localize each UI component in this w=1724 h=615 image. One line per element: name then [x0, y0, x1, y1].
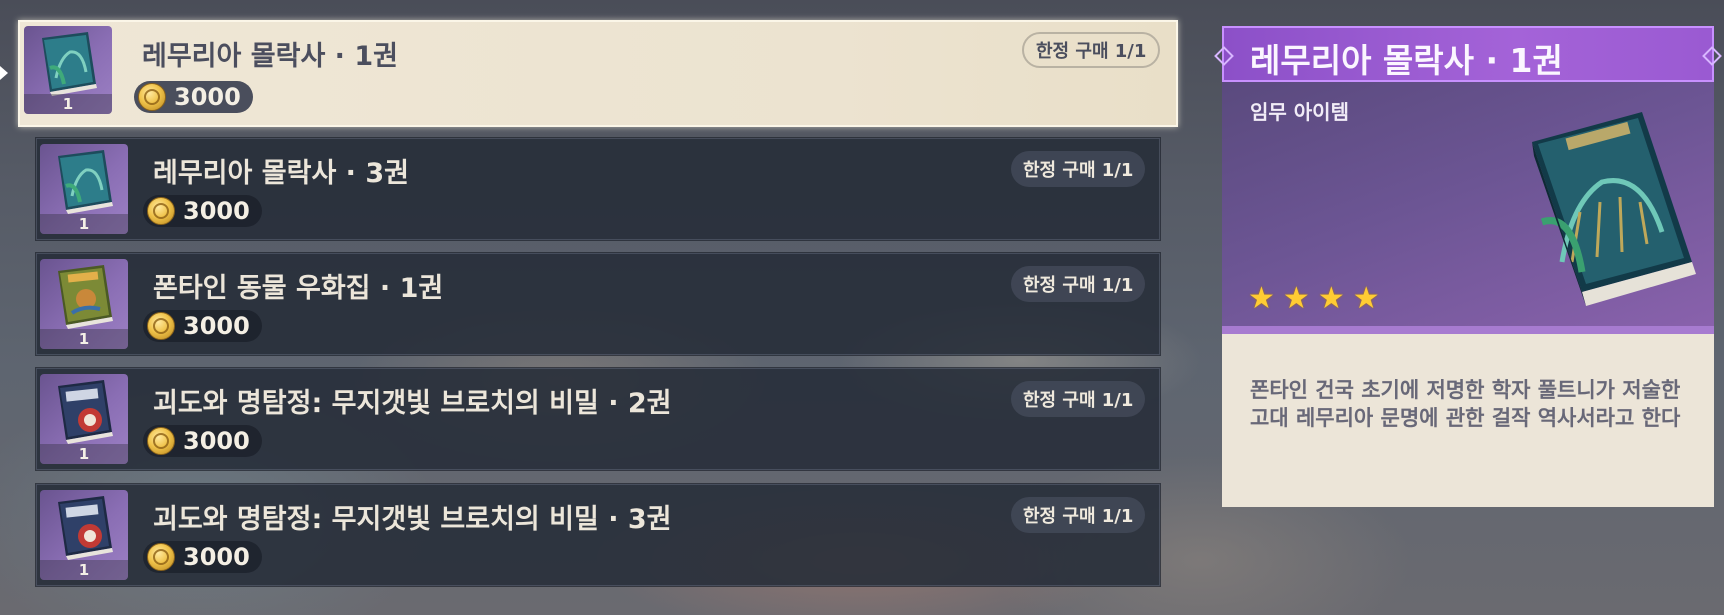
- purchase-limit-badge: 한정 구매 1/1: [1011, 497, 1146, 533]
- book-icon: 1: [40, 490, 128, 580]
- book-icon: 1: [40, 374, 128, 464]
- item-name: 괴도와 명탐정: 무지갯빛 브로치의 비밀 · 2권: [153, 388, 672, 419]
- item-quantity: 1: [40, 444, 128, 464]
- mora-coin-icon: [147, 543, 175, 571]
- item-quantity: 1: [40, 560, 128, 580]
- price-value: 3000: [183, 543, 250, 571]
- item-quantity: 1: [40, 214, 128, 234]
- item-name: 폰타인 동물 우화집 · 1권: [153, 273, 444, 304]
- detail-title: 레무리아 몰락사 · 1권: [1250, 41, 1563, 80]
- purchase-limit-badge: 한정 구매 1/1: [1011, 266, 1146, 302]
- detail-description-box: 폰타인 건국 초기에 저명한 학자 풀트니가 저술한 고대 레무리아 문명에 관…: [1222, 334, 1714, 507]
- item-quantity: 1: [24, 94, 112, 114]
- item-price: 3000: [143, 195, 262, 227]
- star-icon: ★: [1317, 281, 1345, 316]
- book-icon: [1532, 112, 1696, 306]
- book-icon: 1: [40, 259, 128, 349]
- shop-item-row[interactable]: 1 괴도와 명탐정: 무지갯빛 브로치의 비밀 · 3권 3000 한정 구매 …: [35, 483, 1161, 587]
- book-icon: 1: [40, 144, 128, 234]
- shop-item-list: 1 레무리아 몰락사 · 1권 3000 한정 구매 1/1 1 레무리아 몰락…: [0, 0, 1180, 615]
- item-price: 3000: [143, 425, 262, 457]
- star-icon: ★: [1248, 281, 1275, 316]
- item-type: 임무 아이템: [1250, 100, 1349, 124]
- item-detail-panel: 레무리아 몰락사 · 1권 임무 아이템 ★ ★ ★ ★ 폰타인 건국 초기에 …: [1214, 26, 1722, 507]
- item-name: 괴도와 명탐정: 무지갯빛 브로치의 비밀 · 3권: [153, 504, 672, 535]
- detail-header: 임무 아이템 ★ ★ ★ ★: [1222, 82, 1714, 334]
- shop-item-row[interactable]: 1 폰타인 동물 우화집 · 1권 3000 한정 구매 1/1: [35, 252, 1161, 356]
- purchase-limit-badge: 한정 구매 1/1: [1011, 381, 1146, 417]
- item-price: 3000: [143, 310, 262, 342]
- title-ornament-left-icon: [1214, 46, 1234, 66]
- price-value: 3000: [183, 312, 250, 340]
- item-price: 3000: [143, 541, 262, 573]
- selection-cursor-icon: [0, 66, 8, 80]
- title-ornament-right-icon: [1702, 46, 1722, 66]
- item-name: 레무리아 몰락사 · 1권: [142, 41, 398, 72]
- star-icon: ★: [1352, 281, 1380, 316]
- item-name: 레무리아 몰락사 · 3권: [153, 158, 409, 189]
- rarity-stars: ★ ★ ★ ★: [1248, 284, 1380, 314]
- shop-item-row[interactable]: 1 괴도와 명탐정: 무지갯빛 브로치의 비밀 · 2권 3000 한정 구매 …: [35, 367, 1161, 471]
- shop-item-row[interactable]: 1 레무리아 몰락사 · 1권 3000 한정 구매 1/1: [18, 20, 1178, 127]
- purchase-limit-badge: 한정 구매 1/1: [1022, 32, 1161, 68]
- star-icon: ★: [1282, 281, 1310, 316]
- mora-coin-icon: [138, 83, 166, 111]
- item-price: 3000: [134, 81, 253, 113]
- book-icon: 1: [24, 26, 112, 114]
- price-value: 3000: [183, 427, 250, 455]
- purchase-limit-badge: 한정 구매 1/1: [1011, 151, 1146, 187]
- price-value: 3000: [183, 197, 250, 225]
- detail-title-bar: 레무리아 몰락사 · 1권: [1214, 26, 1722, 82]
- mora-coin-icon: [147, 427, 175, 455]
- mora-coin-icon: [147, 197, 175, 225]
- item-quantity: 1: [40, 329, 128, 349]
- item-description: 폰타인 건국 초기에 저명한 학자 풀트니가 저술한 고대 레무리아 문명에 관…: [1250, 378, 1681, 430]
- price-value: 3000: [174, 83, 241, 111]
- mora-coin-icon: [147, 312, 175, 340]
- shop-item-row[interactable]: 1 레무리아 몰락사 · 3권 3000 한정 구매 1/1: [35, 137, 1161, 241]
